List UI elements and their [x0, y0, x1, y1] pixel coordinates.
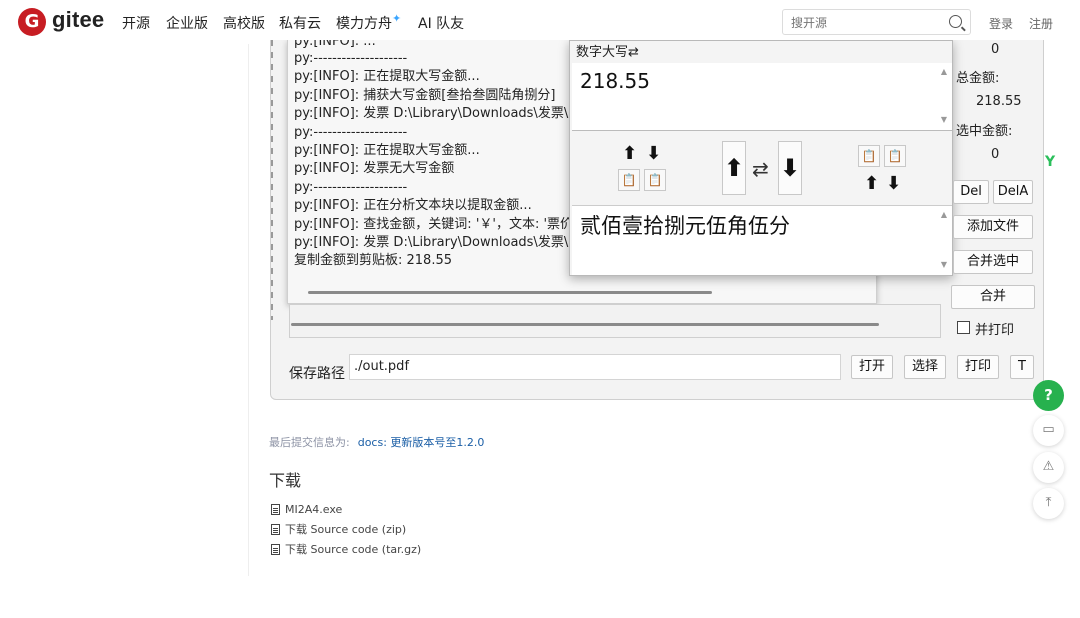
file-count: 0: [991, 42, 1000, 57]
arrow-down-icon[interactable]: ⬇: [646, 143, 661, 164]
register-link[interactable]: 注册: [1029, 15, 1053, 32]
help-button[interactable]: ?: [1033, 380, 1064, 411]
amount-converter-window: 数字大写⇄ 218.55 ▲ ▼ ⬆ ⬇ 📋 📋 ⬆ ⇄ ⬇ 📋 📋 ⬆ ⬇ 贰…: [569, 40, 953, 276]
file-icon: [271, 504, 280, 515]
back-to-top-icon[interactable]: ⤒: [1033, 488, 1064, 519]
download-item[interactable]: 下载 Source code (tar.gz): [271, 541, 421, 557]
converter-controls: ⬆ ⬇ 📋 📋 ⬆ ⇄ ⬇ 📋 📋 ⬆ ⬇: [572, 133, 952, 205]
file-list-panel: [289, 304, 941, 338]
clipboard-icon[interactable]: 📋: [884, 145, 906, 167]
merge-button[interactable]: 合并: [951, 285, 1035, 309]
scroll-up-icon[interactable]: ▲: [938, 67, 950, 76]
clipboard-icon[interactable]: 📋: [858, 145, 880, 167]
print-button[interactable]: 打印: [957, 355, 999, 379]
nav-item-enterprise[interactable]: 企业版: [166, 13, 208, 33]
save-path-label: 保存路径: [289, 366, 345, 382]
sparkle-icon: ✦: [392, 12, 402, 25]
nav-item-moli[interactable]: 模力方舟✦: [336, 12, 402, 33]
download-item-label[interactable]: MI2A4.exe: [285, 503, 342, 516]
uppercase-value: 贰佰壹拾捌元伍角伍分: [580, 214, 790, 238]
clipboard-icon[interactable]: 📋: [644, 169, 666, 191]
print-after-merge-checkbox[interactable]: [957, 321, 970, 334]
total-amount-label: 总金额:: [956, 71, 1000, 86]
log-horizontal-scrollbar[interactable]: [308, 291, 712, 294]
number-input[interactable]: 218.55 ▲ ▼: [572, 63, 952, 131]
arrow-down-icon[interactable]: ⬇: [886, 173, 901, 194]
merge-selected-button[interactable]: 合并选中: [953, 250, 1033, 274]
file-icon: [271, 544, 280, 555]
open-button[interactable]: 打开: [851, 355, 893, 379]
download-item[interactable]: 下载 Source code (zip): [271, 521, 406, 537]
search-box[interactable]: [782, 9, 971, 35]
number-value: 218.55: [580, 69, 650, 93]
nav-item-education[interactable]: 高校版: [223, 13, 265, 33]
list-horizontal-scrollbar[interactable]: [291, 323, 879, 326]
nav-item-moli-label: 模力方舟: [336, 16, 392, 32]
choose-button[interactable]: 选择: [904, 355, 946, 379]
print-after-merge-label: 并打印: [975, 323, 1015, 338]
converter-title: 数字大写⇄: [576, 45, 639, 60]
save-path-input[interactable]: ./out.pdf: [349, 354, 841, 380]
download-item-label[interactable]: 下载 Source code (tar.gz): [285, 543, 421, 556]
convert-up-button[interactable]: ⬆: [722, 141, 746, 195]
uppercase-output[interactable]: 贰佰壹拾捌元伍角伍分 ▲ ▼: [572, 205, 952, 275]
warning-icon[interactable]: ⚠: [1033, 452, 1064, 483]
nav-item-ai-teammate[interactable]: AI 队友: [418, 13, 464, 33]
last-commit-link[interactable]: docs: 更新版本号至1.2.0: [358, 436, 485, 449]
top-navbar: G gitee 开源 企业版 高校版 私有云 模力方舟✦ AI 队友 登录 注册: [0, 0, 1080, 44]
dashed-border: [271, 40, 273, 320]
download-item[interactable]: MI2A4.exe: [271, 502, 342, 516]
downloads-heading: 下载: [269, 471, 302, 490]
search-input[interactable]: [791, 14, 941, 32]
scroll-down-icon[interactable]: ▼: [938, 115, 950, 124]
del-all-button[interactable]: DelA: [993, 180, 1033, 204]
total-amount-value: 218.55: [976, 94, 1022, 109]
last-commit: 最后提交信息为: docs: 更新版本号至1.2.0: [269, 434, 484, 450]
file-icon: [271, 524, 280, 535]
last-commit-label: 最后提交信息为:: [269, 436, 350, 449]
nav-item-opensource[interactable]: 开源: [122, 13, 150, 33]
del-button[interactable]: Del: [953, 180, 989, 204]
scroll-down-icon[interactable]: ▼: [938, 260, 950, 269]
comment-icon[interactable]: ▭: [1033, 415, 1064, 446]
convert-down-button[interactable]: ⬇: [778, 141, 802, 195]
login-link[interactable]: 登录: [989, 15, 1013, 32]
add-file-button[interactable]: 添加文件: [953, 215, 1033, 239]
scroll-up-icon[interactable]: ▲: [938, 210, 950, 219]
arrow-up-icon[interactable]: ⬆: [864, 173, 879, 194]
brand-name[interactable]: gitee: [52, 7, 104, 33]
search-icon[interactable]: [949, 15, 962, 28]
download-item-label[interactable]: 下载 Source code (zip): [285, 523, 406, 536]
content-divider: [248, 44, 249, 576]
nav-item-private-cloud[interactable]: 私有云: [279, 13, 321, 33]
gitee-logo-icon[interactable]: G: [18, 8, 46, 36]
arrow-up-icon[interactable]: ⬆: [622, 143, 637, 164]
side-logo-icon[interactable]: Y: [1045, 154, 1055, 170]
swap-icon[interactable]: ⇄: [752, 157, 769, 181]
clipboard-icon[interactable]: 📋: [618, 169, 640, 191]
readme-screenshot: py:[INFO]: ... py:-------------------- p…: [270, 40, 1044, 400]
t-button[interactable]: T: [1010, 355, 1034, 379]
selected-amount-label: 选中金额:: [956, 124, 1013, 139]
selected-amount-value: 0: [991, 147, 1000, 162]
